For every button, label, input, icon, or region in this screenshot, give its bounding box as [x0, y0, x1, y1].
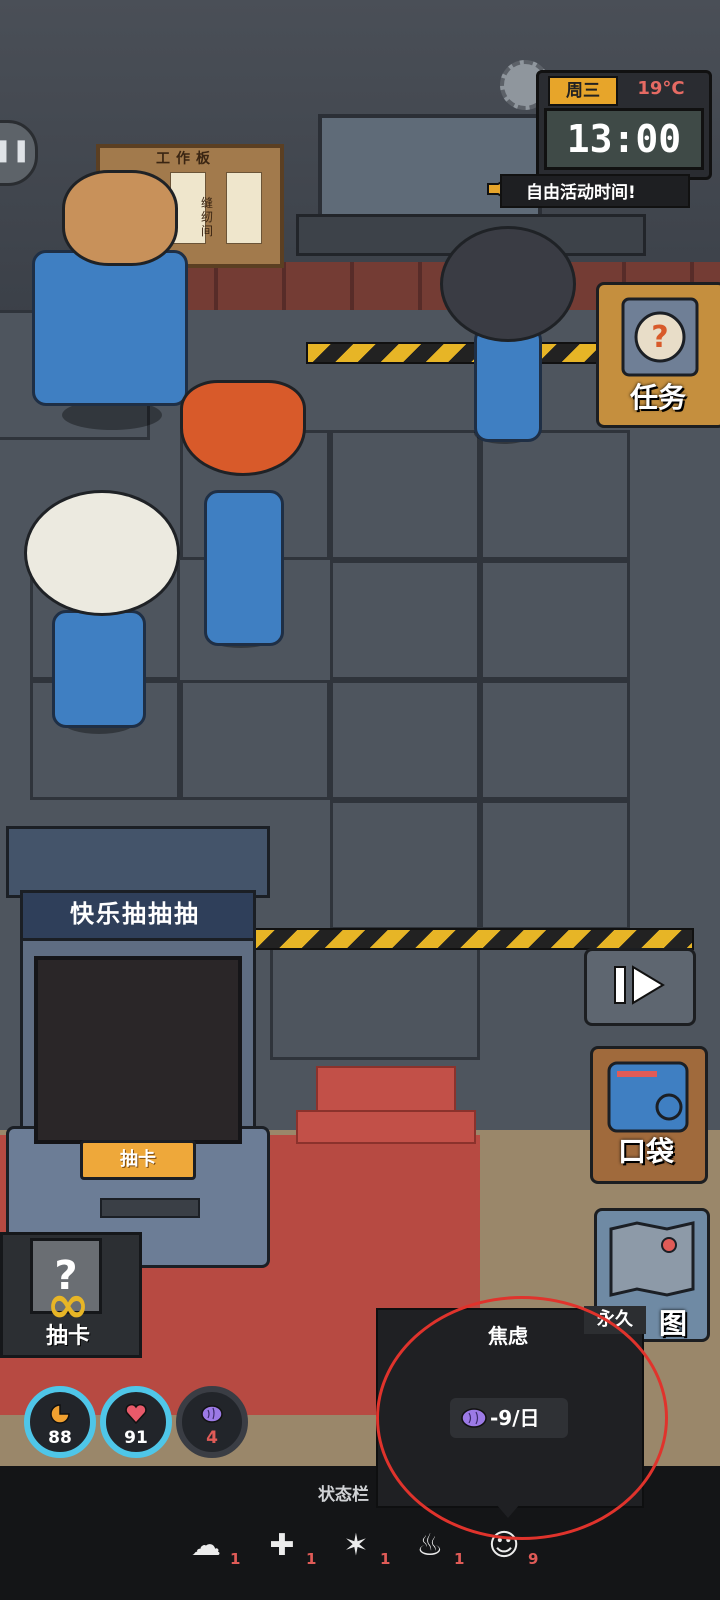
fast-forward-icon: [614, 965, 665, 1005]
fox-mask-head: [180, 380, 306, 476]
tasks-label: 任务: [629, 381, 686, 414]
stat-mind[interactable]: 4: [176, 1386, 248, 1458]
floor-tile: [480, 560, 630, 680]
clock-time: 13:00: [544, 108, 704, 170]
carpet-step: [316, 1066, 456, 1116]
pocket-label: 口袋: [617, 1135, 674, 1168]
brain-icon: [201, 1405, 223, 1423]
floor-tile: [480, 800, 630, 930]
stress-icon[interactable]: ✶: [336, 1526, 376, 1566]
card-draw-label: 抽卡: [45, 1324, 90, 1349]
stat-hunger[interactable]: 88: [24, 1386, 96, 1458]
npc-goat-inmate[interactable]: [10, 490, 190, 740]
temperature-label: 19°C: [637, 78, 685, 99]
npc-cat-inmate[interactable]: [430, 216, 580, 452]
cat-mask-head: [440, 226, 576, 342]
bear-head: [62, 170, 178, 266]
clipboard-question-icon: ?: [621, 297, 699, 377]
stat-health-value: 91: [124, 1428, 148, 1448]
status-count: 1: [230, 1550, 241, 1568]
svg-text:?: ?: [651, 320, 668, 355]
floor-tile: [330, 680, 480, 800]
skip-button[interactable]: [584, 948, 696, 1026]
day-label: 周三: [548, 76, 618, 106]
floor-tile: [180, 680, 330, 800]
floor-tile: [330, 800, 480, 930]
npc-bear-inmate[interactable]: [22, 160, 192, 440]
pocket-bag-icon: [607, 1061, 689, 1133]
goat-head: [24, 490, 180, 616]
stat-mind-value: 4: [206, 1428, 218, 1448]
bandage-icon[interactable]: ✚: [262, 1526, 302, 1566]
player-body: [204, 490, 284, 646]
infinity-icon: ∞: [46, 1275, 90, 1335]
status-count: 1: [380, 1550, 391, 1568]
npc-body: [52, 610, 146, 728]
red-circle-annotation: [376, 1296, 668, 1540]
npc-body: [474, 326, 542, 442]
arcade-top: [6, 826, 270, 898]
status-bar-label: 状态栏: [318, 1485, 369, 1505]
hazard-stripe: [250, 928, 694, 950]
stat-health[interactable]: 91: [100, 1386, 172, 1458]
arcade-screen: [34, 956, 242, 1144]
board-note: [226, 172, 262, 244]
sleep-icon[interactable]: ☁: [186, 1526, 226, 1566]
announcement-banner: 自由活动时间!: [500, 174, 690, 208]
status-count: 1: [454, 1550, 465, 1568]
map-label: 图: [658, 1307, 687, 1340]
pause-icon: ❚❚: [0, 138, 31, 163]
carpet-step: [296, 1110, 476, 1144]
map-icon: [609, 1221, 695, 1297]
game-scene: 工作板 缝纫间 周三 19°C 13:00 自由活动时间! ❚❚ ? 任务 口袋…: [0, 0, 720, 1600]
floor-tile: [330, 560, 480, 680]
status-count: 9: [528, 1550, 539, 1568]
heart-icon: [125, 1403, 147, 1425]
arcade-slot: [100, 1198, 200, 1218]
board-sign: 缝纫间: [200, 196, 213, 238]
stat-hunger-value: 88: [48, 1428, 72, 1448]
player-fox-character[interactable]: [176, 376, 306, 656]
arcade-draw-button[interactable]: 抽卡: [80, 1140, 196, 1180]
stink-icon[interactable]: ♨: [410, 1526, 450, 1566]
arcade-title: 快乐抽抽抽: [70, 900, 200, 928]
floor-tile: [480, 680, 630, 800]
npc-body: [32, 250, 188, 406]
status-count: 1: [306, 1550, 317, 1568]
food-icon: [50, 1404, 70, 1424]
